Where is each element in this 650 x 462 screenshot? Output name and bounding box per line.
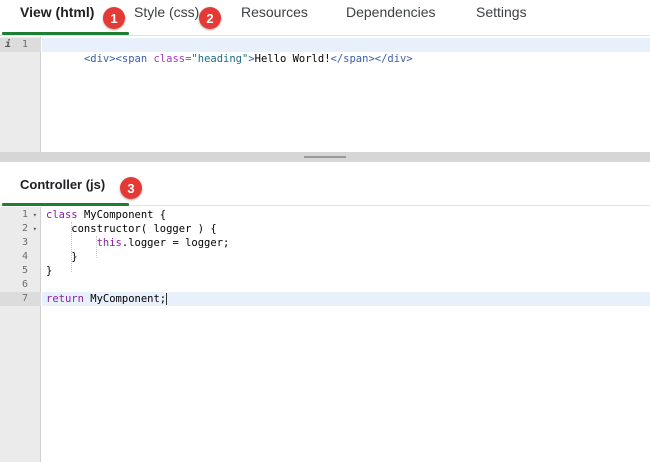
line-number: 3 — [21, 237, 28, 248]
tab-view-html[interactable]: View (html) — [20, 4, 94, 20]
gutter-line: 3 — [0, 236, 41, 250]
callout-badge-3: 3 — [120, 177, 142, 199]
code-token: .logger = logger; — [121, 237, 230, 249]
line-number: 6 — [21, 279, 28, 290]
code-line: class MyComponent { — [42, 208, 650, 222]
editor-tabs: View (html) Style (css) Resources Depend… — [0, 0, 650, 36]
gutter-line: 7 — [0, 292, 41, 306]
code-token: MyComponent; — [90, 293, 167, 305]
code-token: Hello World! — [254, 53, 331, 65]
code-token: this — [96, 237, 122, 249]
line-number: 5 — [21, 265, 28, 276]
html-code-area[interactable]: <div><span class="heading">Hello World!<… — [42, 37, 650, 152]
splitter-grip-handle[interactable] — [304, 156, 346, 158]
code-token: "heading" — [191, 53, 249, 65]
code-token: MyComponent { — [83, 209, 167, 221]
line-number: 4 — [21, 251, 28, 262]
code-line: } — [42, 264, 650, 278]
callout-badge-2: 2 — [199, 7, 221, 29]
code-token: </span></div> — [330, 53, 413, 65]
fold-toggle-icon[interactable]: ▾ — [33, 222, 37, 236]
fold-toggle-icon[interactable]: ▾ — [33, 208, 37, 222]
js-editor-gutter: 1 ▾ 2 ▾ 3 4 5 6 7 — [0, 207, 41, 462]
code-token: constructor( logger ) { — [46, 223, 217, 235]
code-token: <div><span — [83, 53, 154, 65]
text-cursor — [166, 293, 168, 305]
tab-dependencies[interactable]: Dependencies — [346, 4, 436, 20]
controller-section-title[interactable]: Controller (js) — [20, 177, 105, 192]
code-line: this.logger = logger; — [42, 236, 650, 250]
pane-splitter[interactable] — [0, 152, 650, 162]
code-token: class= — [153, 53, 192, 65]
gutter-line: 1 ▾ — [0, 208, 41, 222]
js-code-area[interactable]: class MyComponent { constructor( logger … — [42, 207, 650, 462]
info-icon[interactable]: i — [5, 38, 11, 52]
gutter-line: 4 — [0, 250, 41, 264]
tab-settings[interactable]: Settings — [476, 4, 527, 20]
tab-resources[interactable]: Resources — [241, 4, 308, 20]
active-tab-indicator — [2, 32, 129, 35]
gutter-line: 2 ▾ — [0, 222, 41, 236]
code-line: constructor( logger ) { — [42, 222, 650, 236]
code-line: } — [42, 250, 650, 264]
html-editor-gutter: i 1 — [0, 37, 41, 152]
js-code-editor[interactable]: 1 ▾ 2 ▾ 3 4 5 6 7 class MyComponent { constructo… — [0, 207, 650, 462]
line-number: 2 — [21, 223, 28, 234]
tab-style-css[interactable]: Style (css) — [134, 4, 199, 20]
active-section-indicator — [2, 203, 129, 206]
code-token: } — [46, 251, 78, 263]
code-token: return — [46, 293, 91, 305]
callout-badge-1: 1 — [103, 7, 125, 29]
gutter-line: 6 — [0, 278, 41, 292]
code-line: <div><span class="heading">Hello World!<… — [42, 38, 650, 65]
line-number: 1 — [21, 39, 28, 50]
html-code-editor[interactable]: i 1 <div><span class="heading">Hello Wor… — [0, 37, 650, 152]
code-token: } — [46, 265, 53, 277]
code-token: class — [46, 209, 84, 221]
code-line: return MyComponent; — [42, 292, 650, 306]
line-number: 7 — [21, 293, 28, 304]
line-number: 1 — [21, 209, 28, 220]
gutter-line: i 1 — [0, 38, 41, 52]
gutter-line: 5 — [0, 264, 41, 278]
